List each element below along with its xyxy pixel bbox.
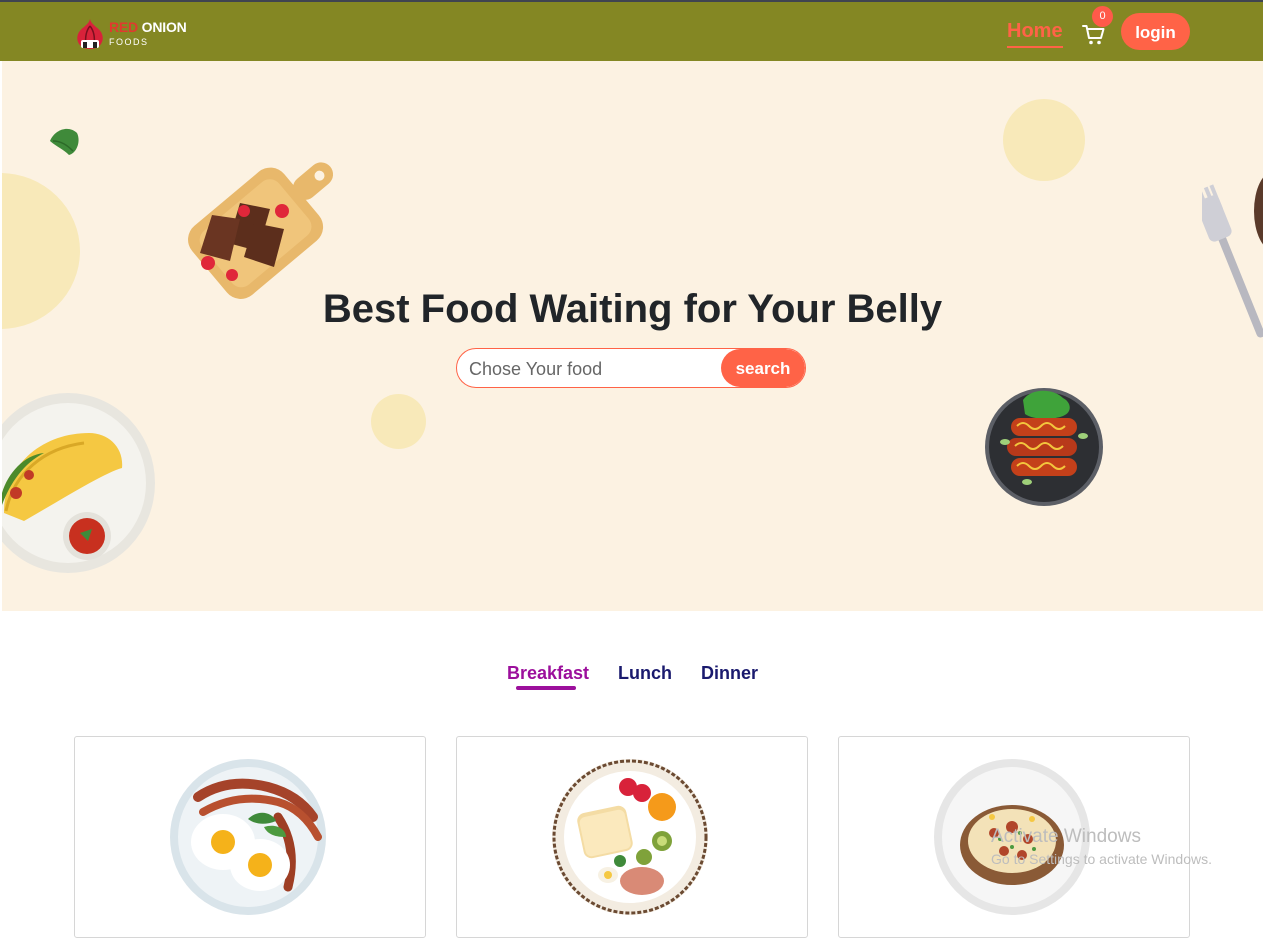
eggs-and-bacon-image bbox=[170, 759, 326, 915]
brand-name-red: RED bbox=[109, 19, 138, 35]
leaf-icon bbox=[50, 128, 79, 155]
taco-plate-illustration bbox=[2, 393, 155, 573]
brownie-board-illustration bbox=[188, 162, 334, 299]
windows-watermark-title: Activate Windows bbox=[991, 826, 1141, 847]
brand-name: RED ONION bbox=[109, 20, 187, 34]
active-nav-underline bbox=[1007, 46, 1063, 48]
food-search-input[interactable] bbox=[467, 349, 721, 387]
brand-logo[interactable]: RED ONION FOODS bbox=[74, 16, 194, 50]
hero-banner: Best Food Waiting for Your Belly search bbox=[2, 61, 1263, 611]
food-card-1[interactable] bbox=[74, 736, 426, 938]
search-bar: search bbox=[456, 348, 806, 388]
food-card-2[interactable] bbox=[456, 736, 808, 938]
cart-count-badge: 0 bbox=[1092, 6, 1113, 27]
brand-name-white: ONION bbox=[141, 19, 187, 35]
toast-fruit-image bbox=[552, 759, 708, 915]
decor-circle-small bbox=[371, 394, 426, 449]
decor-circle-top-right bbox=[1003, 99, 1085, 181]
hero-title: Best Food Waiting for Your Belly bbox=[322, 287, 943, 331]
brand-subtitle: FOODS bbox=[109, 37, 149, 47]
nav-home-link[interactable]: Home bbox=[1007, 20, 1063, 43]
search-button[interactable]: search bbox=[721, 349, 805, 387]
tab-breakfast[interactable]: Breakfast bbox=[507, 663, 589, 684]
sausage-plate-illustration bbox=[985, 388, 1103, 506]
active-tab-underline bbox=[516, 686, 576, 690]
onion-logo-icon bbox=[77, 19, 103, 49]
login-button[interactable]: login bbox=[1121, 13, 1190, 50]
windows-watermark-subtitle: Go to Settings to activate Windows. bbox=[991, 851, 1212, 867]
meal-tabs: Breakfast Lunch Dinner bbox=[0, 660, 1263, 700]
tab-lunch[interactable]: Lunch bbox=[618, 663, 672, 684]
navbar: RED ONION FOODS Home 0 login bbox=[0, 2, 1263, 61]
tab-dinner[interactable]: Dinner bbox=[701, 663, 758, 684]
